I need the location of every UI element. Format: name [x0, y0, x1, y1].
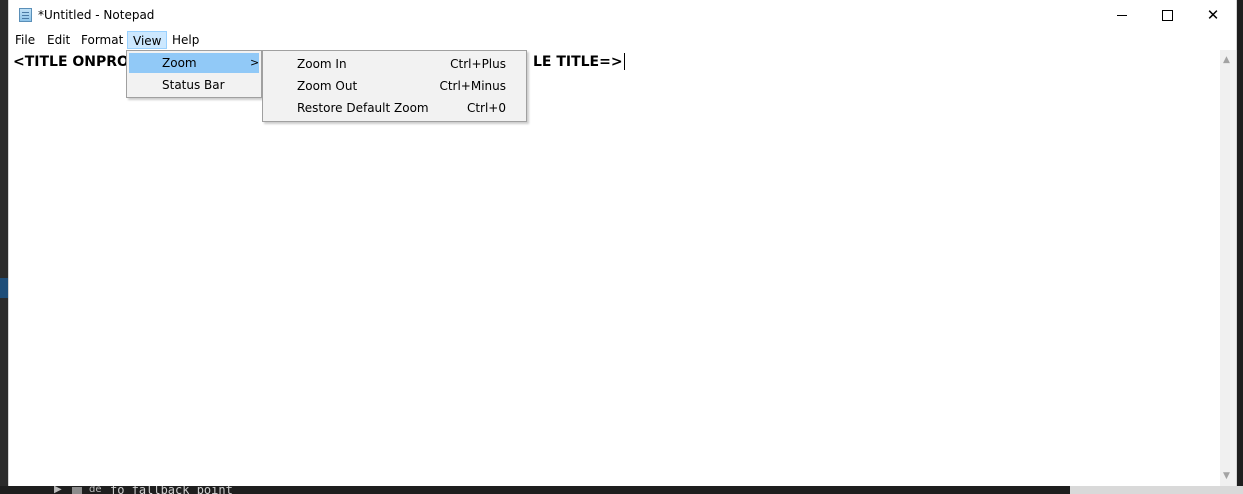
menu-edit[interactable]: Edit	[42, 31, 75, 49]
background-expand-arrow-icon: ▶	[54, 486, 62, 494]
menu-item-zoom-in[interactable]: Zoom In Ctrl+Plus	[265, 53, 524, 75]
editor-text-visible-start: <TITLE ONPRO	[13, 54, 129, 70]
menu-view[interactable]: View	[127, 31, 168, 49]
scroll-down-arrow-icon[interactable]: ▼	[1223, 471, 1230, 481]
background-selection-accent	[0, 278, 8, 298]
zoom-in-label: Zoom In	[297, 57, 347, 71]
background-square-icon	[72, 487, 82, 494]
scroll-up-arrow-icon[interactable]: ▲	[1223, 55, 1230, 65]
menu-item-restore-default-zoom[interactable]: Restore Default Zoom Ctrl+0	[265, 97, 524, 119]
close-icon: ✕	[1206, 5, 1220, 24]
zoom-submenu: Zoom In Ctrl+Plus Zoom Out Ctrl+Minus Re…	[262, 50, 527, 122]
minimize-button[interactable]	[1099, 0, 1145, 30]
restore-default-zoom-shortcut: Ctrl+0	[466, 101, 506, 115]
menu-format[interactable]: Format	[76, 31, 128, 49]
notepad-icon[interactable]	[19, 8, 32, 22]
zoom-out-shortcut: Ctrl+Minus	[439, 79, 506, 93]
background-bottom-panel	[1070, 486, 1243, 494]
submenu-arrow-icon: >	[250, 56, 260, 69]
minimize-icon	[1117, 14, 1127, 16]
text-caret	[623, 53, 625, 70]
maximize-icon	[1161, 9, 1173, 21]
restore-default-zoom-label: Restore Default Zoom	[297, 101, 429, 115]
vertical-scrollbar[interactable]: ▲ ▼	[1220, 50, 1236, 486]
menu-file[interactable]: File	[10, 31, 40, 49]
title-bar[interactable]: *Untitled - Notepad ✕	[9, 0, 1236, 30]
menu-item-status-bar[interactable]: Status Bar	[129, 75, 259, 95]
editor-text-visible-end: LE TITLE=>	[532, 54, 623, 70]
text-editor-area[interactable]: <TITLE ONPRO LE TITLE=>	[9, 50, 1220, 486]
view-dropdown-menu: Zoom > Status Bar	[126, 50, 262, 98]
menu-item-status-bar-label: Status Bar	[162, 78, 225, 92]
background-language-label: de	[89, 486, 102, 494]
zoom-in-shortcut: Ctrl+Plus	[450, 57, 506, 71]
close-button[interactable]: ✕	[1190, 0, 1236, 30]
zoom-out-label: Zoom Out	[297, 79, 358, 93]
maximize-button[interactable]	[1144, 0, 1190, 30]
menu-item-zoom[interactable]: Zoom >	[129, 53, 259, 73]
menu-help[interactable]: Help	[167, 31, 204, 49]
window-title: *Untitled - Notepad	[38, 8, 155, 22]
menu-bar: File Edit Format View Help	[9, 30, 1236, 50]
background-editor-edge	[0, 0, 8, 494]
menu-item-zoom-out[interactable]: Zoom Out Ctrl+Minus	[265, 75, 524, 97]
menu-item-zoom-label: Zoom	[162, 56, 197, 70]
